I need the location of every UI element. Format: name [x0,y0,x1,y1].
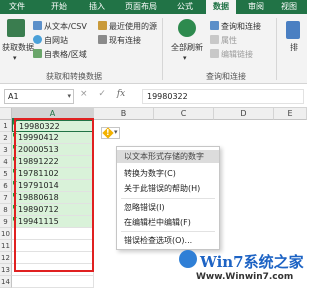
row-header[interactable]: 1 [0,120,12,132]
row-header[interactable]: 12 [0,252,12,264]
row-header[interactable]: 7 [0,192,12,204]
get-data-button[interactable]: 获取数据 [2,42,34,53]
database-icon [7,19,25,37]
row-header[interactable]: 13 [0,264,12,276]
tab-view[interactable]: 视图 [276,0,302,14]
excel-window: 文件 开始 插入 页面布局 公式 数据 审阅 视图 获取数据 ▾ 从文本/CSV… [0,0,307,300]
table-cell[interactable] [12,276,94,288]
row-header[interactable]: 4 [0,156,12,168]
sort-icon [286,21,300,39]
menu-separator [121,198,215,199]
column-header-c[interactable]: C [154,108,214,120]
from-csv-button[interactable]: 从文本/CSV [33,21,87,32]
query-connections-button[interactable]: 查询和连接 [210,21,261,32]
error-options-button[interactable]: ! ▾ [101,127,120,139]
formula-bar: A1 ▾ × ✓ fx 19980322 [0,84,307,108]
query-icon [210,21,219,30]
fx-icon[interactable]: fx [117,89,125,99]
error-options-menu: 以文本形式存储的数字 转换为数字(C) 关于此错误的帮助(H) 忽略错误(I) … [116,146,220,250]
tab-review[interactable]: 审阅 [243,0,269,14]
menu-item-ignore-error[interactable]: 忽略错误(I) [117,201,219,214]
row-header[interactable]: 14 [0,276,12,288]
recent-sources-button[interactable]: 最近使用的源 [98,21,157,32]
text-file-icon [33,21,42,30]
tab-formulas[interactable]: 公式 [172,0,198,14]
chevron-down-icon: ▾ [13,54,17,62]
row-header[interactable]: 6 [0,180,12,192]
row-header[interactable]: 2 [0,132,12,144]
select-all-corner[interactable] [0,108,12,120]
tab-file[interactable]: 文件 [4,0,30,14]
name-box[interactable]: A1 ▾ [4,89,74,104]
row-header[interactable]: 5 [0,168,12,180]
row-header[interactable]: 3 [0,144,12,156]
recent-icon [98,21,107,30]
cancel-icon[interactable]: × [80,89,88,99]
properties-icon [210,35,219,44]
menu-item-error-checking-options[interactable]: 错误检查选项(O)... [117,234,219,247]
chevron-down-icon: ▾ [67,92,71,100]
group-label-get-transform: 获取和转换数据 [46,72,102,81]
chevron-down-icon: ▾ [183,54,187,62]
watermark-url: Www.Winwin7.com [196,272,294,282]
link-icon [210,49,219,58]
windows-logo-icon [179,250,197,268]
existing-connections-button[interactable]: 现有连接 [98,35,141,46]
group-separator [162,18,163,80]
highlight-box [14,118,94,272]
formula-controls: × ✓ fx [80,89,125,99]
formula-input[interactable]: 19980322 [142,89,304,104]
row-header[interactable]: 9 [0,216,12,228]
column-header-b[interactable]: B [94,108,154,120]
globe-icon [33,35,42,44]
edit-links-button[interactable]: 编辑链接 [210,49,253,60]
connection-icon [98,35,107,44]
sort-button[interactable]: 排 [290,42,298,53]
group-separator [276,18,277,80]
row-header[interactable]: 11 [0,240,12,252]
row-header[interactable]: 8 [0,204,12,216]
tab-home[interactable]: 开始 [46,0,72,14]
column-header-e[interactable]: E [274,108,307,120]
from-web-button[interactable]: 自网站 [33,35,68,46]
menu-item-convert-to-number[interactable]: 转换为数字(C) [117,167,219,180]
watermark-brand: Win7系统之家 [200,253,304,271]
properties-button[interactable]: 属性 [210,35,237,46]
refresh-icon [178,19,196,37]
from-table-button[interactable]: 自表格/区域 [33,49,87,60]
row-header[interactable]: 10 [0,228,12,240]
exclamation-icon: ! [106,128,110,137]
menu-item-help[interactable]: 关于此错误的帮助(H) [117,182,219,195]
table-icon [33,49,42,58]
confirm-icon[interactable]: ✓ [98,89,106,99]
tab-insert[interactable]: 插入 [84,0,110,14]
chevron-down-icon: ▾ [114,128,118,136]
ribbon-tabs: 文件 开始 插入 页面布局 公式 数据 审阅 视图 [0,0,307,14]
column-header-d[interactable]: D [214,108,274,120]
menu-header-stored-as-text: 以文本形式存储的数字 [117,150,219,163]
refresh-all-button[interactable]: 全部刷新 [168,42,206,53]
menu-separator [121,231,215,232]
ribbon: 获取数据 ▾ 从文本/CSV 自网站 自表格/区域 最近使用的源 现有连接 获取… [0,14,307,84]
group-label-query: 查询和连接 [206,72,246,81]
tab-page-layout[interactable]: 页面布局 [119,0,163,14]
menu-item-edit-in-formula-bar[interactable]: 在编辑栏中编辑(F) [117,216,219,229]
tab-data[interactable]: 数据 [206,0,236,14]
